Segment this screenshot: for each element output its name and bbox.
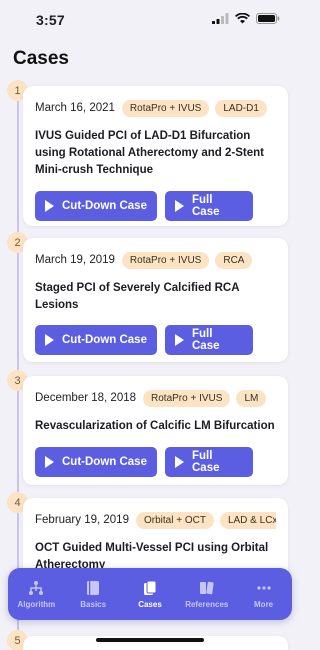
wifi-icon bbox=[235, 13, 250, 24]
case-tag: RotaPro + IVUS bbox=[121, 251, 210, 269]
full-case-button[interactable]: Full Case bbox=[165, 447, 253, 477]
case-card[interactable]: March 16, 2021 RotaPro + IVUS LAD-D1 IVU… bbox=[23, 86, 288, 226]
tab-cases[interactable]: Cases bbox=[122, 580, 177, 609]
tab-label: Cases bbox=[138, 599, 162, 609]
home-indicator bbox=[96, 638, 204, 642]
play-icon bbox=[45, 334, 54, 346]
tab-bar: Algorithm Basics Cases References More bbox=[8, 568, 292, 620]
algorithm-icon bbox=[28, 580, 44, 596]
tab-references[interactable]: References bbox=[179, 580, 234, 609]
tab-basics[interactable]: Basics bbox=[66, 580, 121, 609]
tab-label: References bbox=[185, 599, 229, 609]
cut-down-case-button[interactable]: Cut-Down Case bbox=[35, 191, 157, 221]
status-icons bbox=[212, 13, 280, 24]
tab-label: Basics bbox=[80, 599, 107, 609]
case-tag: LAD & LCx bbox=[219, 511, 276, 529]
tab-label: More bbox=[254, 599, 274, 609]
more-icon bbox=[256, 580, 272, 596]
play-icon bbox=[45, 200, 54, 212]
full-case-label: Full Case bbox=[192, 194, 220, 218]
cut-down-case-button[interactable]: Cut-Down Case bbox=[35, 447, 157, 477]
case-buttons: Cut-Down Case Full Case bbox=[35, 191, 276, 221]
full-case-button[interactable]: Full Case bbox=[165, 191, 253, 221]
full-case-button[interactable]: Full Case bbox=[165, 325, 253, 355]
cases-icon bbox=[143, 580, 157, 596]
references-icon bbox=[199, 580, 215, 596]
page-title: Cases bbox=[13, 48, 69, 69]
battery-icon bbox=[256, 13, 280, 24]
full-case-label: Full Case bbox=[192, 328, 220, 352]
tab-label: Algorithm bbox=[17, 599, 56, 609]
play-icon bbox=[175, 200, 184, 212]
status-bar: 3:57 bbox=[0, 0, 300, 40]
play-icon bbox=[175, 334, 184, 346]
case-meta: December 18, 2018 RotaPro + IVUS LM bbox=[35, 388, 276, 408]
play-icon bbox=[175, 456, 184, 468]
case-meta: February 19, 2019 Orbital + OCT LAD & LC… bbox=[35, 510, 276, 530]
tab-algorithm[interactable]: Algorithm bbox=[9, 580, 64, 609]
case-tag: LAD-D1 bbox=[215, 99, 267, 117]
play-icon bbox=[45, 456, 54, 468]
cut-down-case-label: Cut-Down Case bbox=[62, 334, 147, 346]
case-meta: March 19, 2019 RotaPro + IVUS RCA bbox=[35, 250, 276, 270]
cut-down-case-label: Cut-Down Case bbox=[62, 200, 147, 212]
case-card[interactable]: December 18, 2018 RotaPro + IVUS LM Reva… bbox=[23, 376, 288, 485]
case-title: Revascularization of Calcific LM Bifurca… bbox=[35, 420, 275, 432]
case-tag: Orbital + OCT bbox=[135, 511, 214, 529]
case-buttons: Cut-Down Case Full Case bbox=[35, 447, 276, 477]
case-tag: RotaPro + IVUS bbox=[143, 389, 231, 407]
tab-more[interactable]: More bbox=[236, 580, 291, 609]
book-icon bbox=[86, 580, 100, 596]
case-tag: LM bbox=[236, 389, 267, 407]
case-title: IVUS Guided PCI of LAD-D1 Bifurcation us… bbox=[35, 130, 264, 176]
case-tag: RCA bbox=[215, 251, 253, 269]
case-date: March 19, 2019 bbox=[35, 254, 115, 266]
case-title: Staged PCI of Severely Calcified RCA Les… bbox=[35, 282, 240, 311]
case-tag: RotaPro + IVUS bbox=[121, 99, 210, 117]
signal-icon bbox=[212, 13, 229, 24]
case-date: March 16, 2021 bbox=[35, 102, 115, 114]
case-meta: March 16, 2021 RotaPro + IVUS LAD-D1 bbox=[35, 98, 276, 118]
case-card[interactable]: March 19, 2019 RotaPro + IVUS RCA Staged… bbox=[23, 238, 288, 362]
full-case-label: Full Case bbox=[192, 450, 220, 474]
case-date: February 19, 2019 bbox=[35, 514, 129, 526]
case-date: December 18, 2018 bbox=[35, 392, 137, 404]
cut-down-case-button[interactable]: Cut-Down Case bbox=[35, 325, 157, 355]
case-buttons: Cut-Down Case Full Case bbox=[35, 325, 276, 355]
cut-down-case-label: Cut-Down Case bbox=[62, 456, 147, 468]
status-time: 3:57 bbox=[36, 12, 65, 28]
